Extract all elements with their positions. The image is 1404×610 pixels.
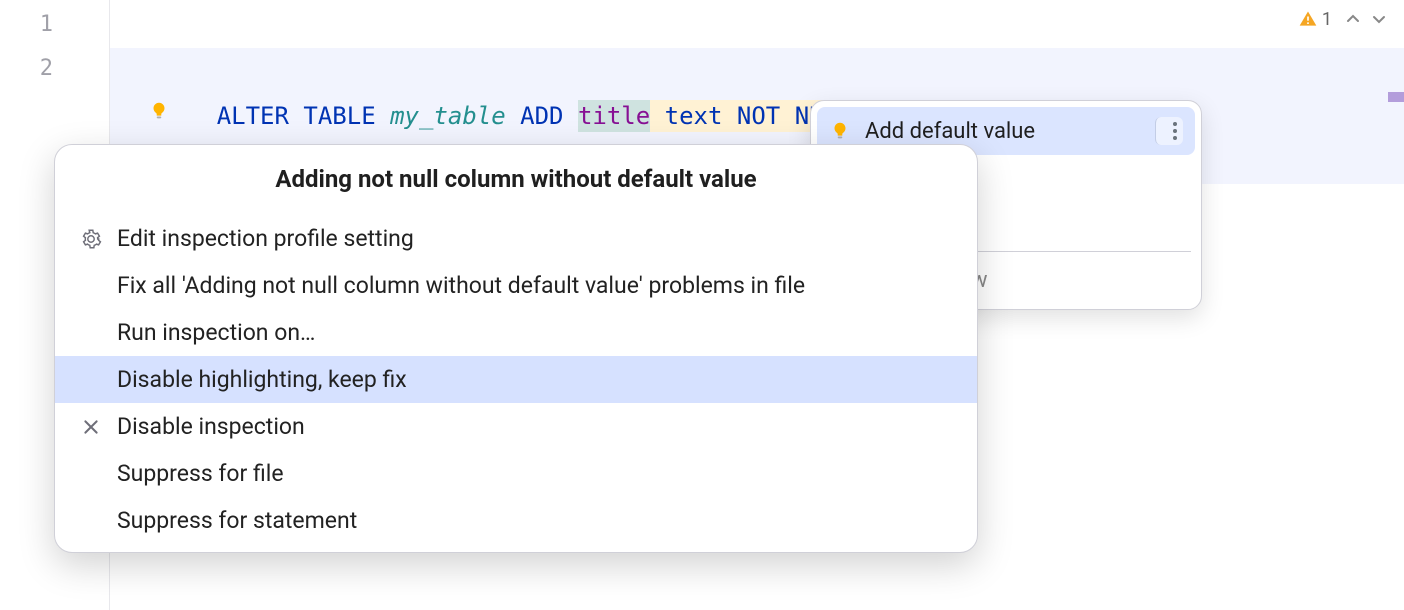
option-disable-highlighting[interactable]: Disable highlighting, keep fix (55, 356, 977, 403)
option-suppress-statement[interactable]: Suppress for statement (55, 497, 977, 552)
option-label: Suppress for file (117, 460, 284, 487)
line-number: 1 (40, 12, 53, 37)
lightbulb-icon (829, 120, 851, 142)
popup-title: Adding not null column without default v… (55, 145, 977, 215)
prev-highlight-button[interactable] (1342, 8, 1364, 30)
option-run-inspection[interactable]: Run inspection on… (55, 309, 977, 356)
option-fix-all[interactable]: Fix all 'Adding not null column without … (55, 262, 977, 309)
token (564, 102, 578, 130)
option-suppress-file[interactable]: Suppress for file (55, 450, 977, 497)
option-label: Disable highlighting, keep fix (117, 366, 407, 393)
warning-count: 1 (1322, 9, 1332, 30)
more-options-button[interactable] (1155, 117, 1183, 145)
keyword: ALTER (217, 102, 289, 130)
quick-fix-label: Add default value (865, 119, 1035, 144)
option-label: Disable inspection (117, 413, 305, 440)
option-label: Run inspection on… (117, 319, 315, 346)
code-editor: 1 2 CREATE TABLE my_table (id int, year … (0, 0, 1404, 610)
next-highlight-button[interactable] (1368, 8, 1390, 30)
close-icon (82, 418, 100, 436)
option-label: Edit inspection profile setting (117, 225, 414, 252)
inspections-widget[interactable]: 1 (1298, 8, 1390, 30)
inspection-options-popup[interactable]: Adding not null column without default v… (54, 144, 978, 553)
intention-bulb[interactable] (148, 100, 170, 122)
line-number: 2 (40, 56, 53, 81)
warning-badge[interactable]: 1 (1298, 9, 1332, 30)
warning-icon (1298, 9, 1318, 29)
error-stripe-mark[interactable] (1388, 92, 1404, 102)
lightbulb-icon (148, 100, 170, 122)
option-edit-profile[interactable]: Edit inspection profile setting (55, 215, 977, 262)
column-highlight: title (578, 100, 650, 132)
option-label: Fix all 'Adding not null column without … (117, 272, 805, 299)
chevron-down-icon (1371, 11, 1387, 27)
kebab-icon (1173, 122, 1177, 140)
keyword: TABLE (289, 102, 376, 130)
keyword: ADD (506, 102, 564, 130)
identifier: my_table (376, 102, 506, 130)
gear-icon (80, 228, 102, 250)
chevron-up-icon (1345, 11, 1361, 27)
option-disable-inspection[interactable]: Disable inspection (55, 403, 977, 450)
option-label: Suppress for statement (117, 507, 357, 534)
